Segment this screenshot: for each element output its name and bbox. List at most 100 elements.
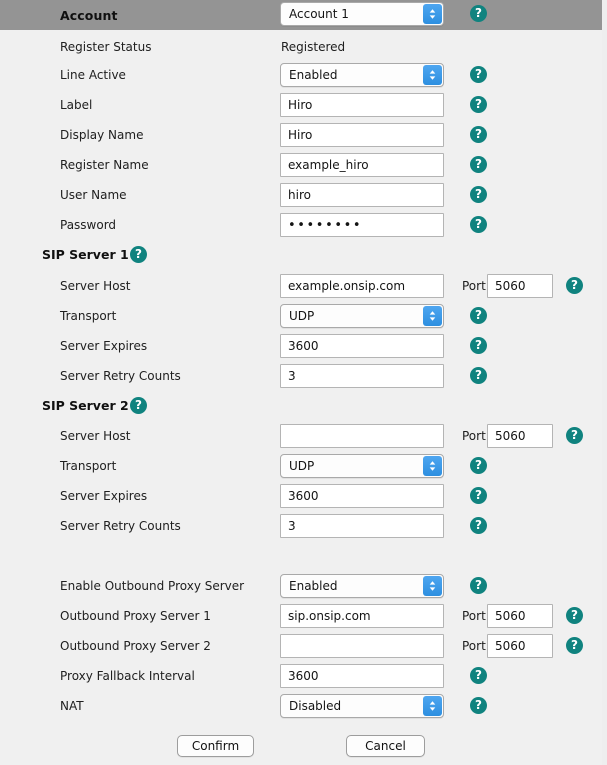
- sip1-port-input[interactable]: [487, 274, 553, 298]
- row-sip2-transport: Transport UDP ?: [0, 452, 607, 482]
- sip1-server-retry-counts-input[interactable]: [280, 364, 444, 388]
- account-select[interactable]: Account 1: [280, 2, 444, 26]
- sip1-server-host-input[interactable]: [280, 274, 444, 298]
- display-name-input[interactable]: [280, 123, 444, 147]
- row-sip2-server-host: Server Host Port ?: [0, 422, 607, 452]
- outbound-proxy-2-port-input[interactable]: [487, 634, 553, 658]
- nat-select-value: Disabled: [289, 699, 341, 713]
- line-active-select[interactable]: Enabled: [280, 63, 444, 87]
- value-register-status: Registered: [281, 40, 345, 54]
- nat-select[interactable]: Disabled: [280, 694, 444, 718]
- row-password: Password ?: [0, 211, 607, 241]
- chevron-updown-icon[interactable]: [423, 456, 442, 476]
- row-enable-outbound-proxy-server: Enable Outbound Proxy Server Enabled ?: [0, 572, 607, 602]
- label-outbound-proxy-server-1: Outbound Proxy Server 1: [60, 609, 211, 623]
- proxy-fallback-interval-input[interactable]: [280, 664, 444, 688]
- label-register-status: Register Status: [60, 40, 151, 54]
- label-sip2-port: Port: [462, 429, 486, 443]
- help-icon-register-name[interactable]: ?: [470, 156, 487, 173]
- label-label: Label: [60, 98, 92, 112]
- sip1-transport-select[interactable]: UDP: [280, 304, 444, 328]
- help-icon-user-name[interactable]: ?: [470, 186, 487, 203]
- row-nat: NAT Disabled ?: [0, 692, 607, 722]
- cancel-button[interactable]: Cancel: [346, 735, 425, 757]
- row-outbound-proxy-server-1: Outbound Proxy Server 1 Port ?: [0, 602, 607, 632]
- label-password: Password: [60, 218, 116, 232]
- label-input[interactable]: [280, 93, 444, 117]
- help-icon-sip2-server-expires[interactable]: ?: [470, 487, 487, 504]
- help-icon-sip-server-1[interactable]: ?: [130, 246, 147, 263]
- row-display-name: Display Name ?: [0, 121, 607, 151]
- account-settings-page: Account Account 1 ? Register Status Regi…: [0, 0, 607, 765]
- sip2-transport-select[interactable]: UDP: [280, 454, 444, 478]
- row-sip1-server-host: Server Host Port ?: [0, 272, 607, 302]
- label-sip1-server-host: Server Host: [60, 279, 131, 293]
- chevron-updown-icon[interactable]: [423, 576, 442, 596]
- label-sip2-server-expires: Server Expires: [60, 489, 147, 503]
- chevron-updown-icon[interactable]: [423, 306, 442, 326]
- chevron-updown-icon[interactable]: [423, 4, 442, 24]
- row-outbound-proxy-server-2: Outbound Proxy Server 2 Port ?: [0, 632, 607, 662]
- help-icon-sip2-transport[interactable]: ?: [470, 457, 487, 474]
- enable-outbound-proxy-server-select-value: Enabled: [289, 579, 338, 593]
- register-name-input[interactable]: [280, 153, 444, 177]
- label-user-name: User Name: [60, 188, 127, 202]
- enable-outbound-proxy-server-select[interactable]: Enabled: [280, 574, 444, 598]
- help-icon-sip2-server-host[interactable]: ?: [566, 427, 583, 444]
- outbound-proxy-server-2-input[interactable]: [280, 634, 444, 658]
- confirm-button[interactable]: Confirm: [177, 735, 254, 757]
- sip2-server-host-input[interactable]: [280, 424, 444, 448]
- help-icon-enable-outbound-proxy-server[interactable]: ?: [470, 577, 487, 594]
- label-enable-outbound-proxy-server: Enable Outbound Proxy Server: [60, 579, 244, 593]
- outbound-proxy-1-port-input[interactable]: [487, 604, 553, 628]
- help-icon-outbound-proxy-server-1[interactable]: ?: [566, 607, 583, 624]
- account-select-value: Account 1: [289, 7, 349, 21]
- label-sip2-server-host: Server Host: [60, 429, 131, 443]
- section-sip-server-2: SIP Server 2 ?: [0, 392, 607, 422]
- chevron-updown-icon[interactable]: [423, 65, 442, 85]
- label-sip-server-2: SIP Server 2: [42, 398, 129, 413]
- password-input[interactable]: [280, 213, 444, 237]
- label-sip1-server-retry-counts: Server Retry Counts: [60, 369, 181, 383]
- help-icon-password[interactable]: ?: [470, 216, 487, 233]
- row-sip1-server-retry-counts: Server Retry Counts ?: [0, 362, 607, 392]
- help-icon-nat[interactable]: ?: [470, 697, 487, 714]
- label-sip2-transport: Transport: [60, 459, 116, 473]
- help-icon-sip1-transport[interactable]: ?: [470, 307, 487, 324]
- label-line-active: Line Active: [60, 68, 126, 82]
- right-gutter: [602, 0, 607, 765]
- row-sip1-transport: Transport UDP ?: [0, 302, 607, 332]
- help-icon-sip2-server-retry-counts[interactable]: ?: [470, 517, 487, 534]
- help-icon-line-active[interactable]: ?: [470, 66, 487, 83]
- label-outbound-proxy-server-2: Outbound Proxy Server 2: [60, 639, 211, 653]
- row-sip2-server-expires: Server Expires ?: [0, 482, 607, 512]
- user-name-input[interactable]: [280, 183, 444, 207]
- row-line-active: Line Active Enabled ?: [0, 61, 607, 91]
- label-nat: NAT: [60, 699, 84, 713]
- help-icon-account[interactable]: ?: [470, 5, 487, 22]
- chevron-updown-icon[interactable]: [423, 696, 442, 716]
- section-sip-server-1: SIP Server 1 ?: [0, 241, 607, 271]
- help-icon-sip1-server-host[interactable]: ?: [566, 277, 583, 294]
- label-sip1-transport: Transport: [60, 309, 116, 323]
- sip1-server-expires-input[interactable]: [280, 334, 444, 358]
- sip2-port-input[interactable]: [487, 424, 553, 448]
- help-icon-label[interactable]: ?: [470, 96, 487, 113]
- help-icon-sip1-server-expires[interactable]: ?: [470, 337, 487, 354]
- help-icon-outbound-proxy-server-2[interactable]: ?: [566, 637, 583, 654]
- label-sip-server-1: SIP Server 1: [42, 247, 129, 262]
- label-display-name: Display Name: [60, 128, 143, 142]
- label-outbound-proxy-1-port: Port: [462, 609, 486, 623]
- help-icon-sip1-server-retry-counts[interactable]: ?: [470, 367, 487, 384]
- outbound-proxy-server-1-input[interactable]: [280, 604, 444, 628]
- sip2-server-retry-counts-input[interactable]: [280, 514, 444, 538]
- row-user-name: User Name ?: [0, 181, 607, 211]
- sip1-transport-select-value: UDP: [289, 309, 314, 323]
- help-icon-display-name[interactable]: ?: [470, 126, 487, 143]
- sip2-server-expires-input[interactable]: [280, 484, 444, 508]
- row-register-name: Register Name ?: [0, 151, 607, 181]
- help-icon-proxy-fallback-interval[interactable]: ?: [470, 667, 487, 684]
- label-outbound-proxy-2-port: Port: [462, 639, 486, 653]
- label-register-name: Register Name: [60, 158, 149, 172]
- help-icon-sip-server-2[interactable]: ?: [130, 397, 147, 414]
